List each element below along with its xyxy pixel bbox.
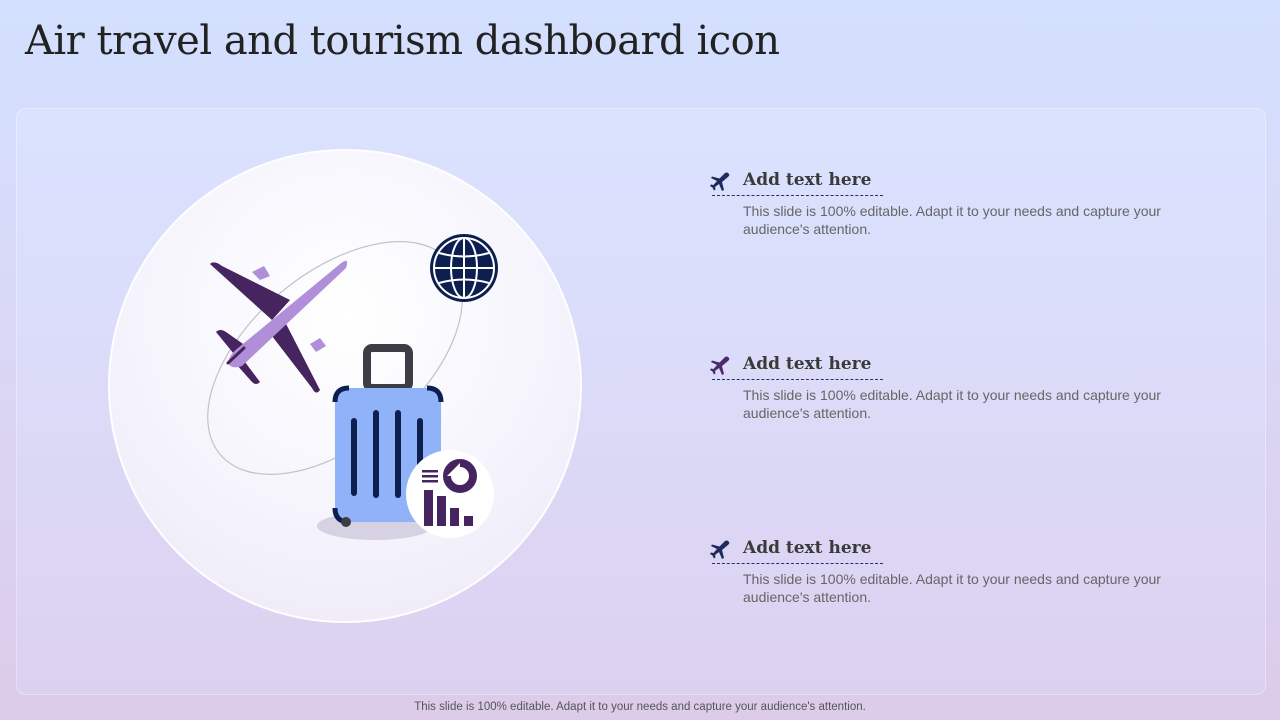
text-item-1: Add text here This slide is 100% editabl… (710, 170, 1190, 238)
text-item-2: Add text here This slide is 100% editabl… (710, 354, 1190, 422)
title-underline (712, 563, 883, 564)
airplane-icon (710, 540, 730, 559)
footer-note: This slide is 100% editable. Adapt it to… (414, 701, 866, 713)
item-description: This slide is 100% editable. Adapt it to… (743, 203, 1161, 237)
airplane-icon (710, 172, 730, 191)
title-underline (712, 195, 883, 196)
air-travel-illustration (207, 234, 498, 540)
airplane-icon (710, 356, 730, 375)
airplane-icon (210, 260, 348, 393)
page-title: Air travel and tourism dashboard icon (25, 18, 780, 64)
globe-icon (430, 234, 498, 302)
item-title: Add text here (743, 170, 872, 190)
item-title: Add text here (743, 538, 872, 558)
item-description: This slide is 100% editable. Adapt it to… (743, 387, 1161, 421)
text-item-3: Add text here This slide is 100% editabl… (710, 538, 1190, 606)
dashboard-chart-icon (406, 450, 494, 538)
item-title: Add text here (743, 354, 872, 374)
title-underline (712, 379, 883, 380)
item-description: This slide is 100% editable. Adapt it to… (743, 571, 1161, 605)
